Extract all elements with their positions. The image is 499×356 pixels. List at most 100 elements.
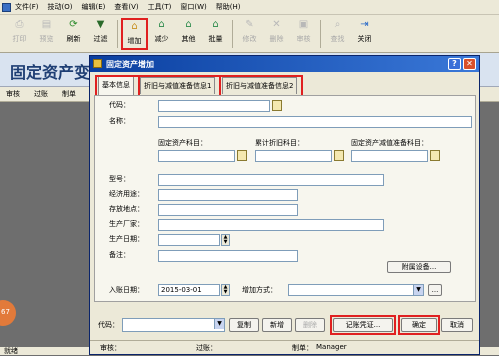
production-date-field[interactable] [158,234,220,246]
dialog-icon [93,59,102,68]
audit-button[interactable]: ▣ 审核 [290,18,317,50]
asset-account-label: 固定资产科目： [158,139,207,147]
date-spinner[interactable]: ▲ ▼ [221,284,230,296]
code-field[interactable] [158,100,270,112]
chevron-down-icon: ▼ [214,319,224,329]
basic-info-panel: 代码： 名称： 固定资产科目： 累计折旧科目： 固定资产减值准备科目： 型号： … [94,95,476,302]
menu-window[interactable]: 窗口(W) [180,2,206,12]
model-field[interactable] [158,174,384,186]
print-icon: ⎙ [15,19,24,30]
toolbar-separator [117,20,118,48]
name-label: 名称： [109,117,130,125]
dialog-status-row: 审核： 过账： 制单： Manager [90,340,479,354]
add-method-select[interactable]: ▼ [288,284,424,296]
house-minus-icon: ⌂ [158,19,165,30]
floating-badge[interactable]: 67 [0,300,16,326]
lookup-icon[interactable] [237,150,247,161]
note-label: 备注： [109,251,130,259]
chevron-down-icon: ▼ [413,285,423,295]
menu-edit[interactable]: 编辑(E) [81,2,105,12]
toolbar-separator [320,20,321,48]
name-field[interactable] [158,116,472,128]
dialog-title: 固定资产增加 [106,60,154,69]
audit-icon: ▣ [298,19,309,30]
cancel-button[interactable]: 取消 [441,318,473,332]
reduce-button[interactable]: ⌂ 减少 [148,18,175,50]
add-method-label: 增加方式： [242,286,277,294]
menu-bar: 文件(F) 技动(O) 编辑(E) 查看(V) 工具(T) 窗口(W) 帮助(H… [0,0,499,15]
date-spinner[interactable]: ▲ ▼ [221,234,230,246]
house-batch-icon: ⌂ [212,19,219,30]
page-title: 固定资产变 [10,63,91,82]
usage-field[interactable] [158,189,298,201]
dialog-titlebar: 固定资产增加 ? ✕ [90,56,479,72]
accessory-equipment-button[interactable]: 附属设备... [387,261,451,273]
house-add-icon: ⌂ [131,21,138,32]
close-icon[interactable]: ✕ [463,58,476,70]
edit-icon: ✎ [245,19,254,30]
depreciation-account-field[interactable] [255,150,332,162]
bottom-code-label: 代码： [98,321,119,329]
lookup-icon[interactable] [272,100,282,111]
add-method-browse-button[interactable]: ... [428,284,442,296]
post-status-label: 过账： [196,344,217,352]
code-label: 代码： [109,101,130,109]
house-other-icon: ⌂ [185,19,192,30]
impairment-account-field[interactable] [351,150,428,162]
filter-icon: ▼ [96,19,105,30]
audit-label: 审核 [6,90,20,98]
impairment-account-label: 固定资产减值准备科目： [351,139,428,147]
asset-account-field[interactable] [158,150,235,162]
maker-status-label: 制单： [292,344,313,352]
production-date-label: 生产日期： [109,235,144,243]
entry-date-field[interactable]: 2015-03-01 [158,284,220,296]
usage-label: 经济用途： [109,190,144,198]
modify-button[interactable]: ✎ 修改 [236,18,263,50]
highlight-box [219,75,303,97]
delete-icon: ✕ [272,19,281,30]
preview-icon: ▤ [41,19,52,30]
menu-tools[interactable]: 工具(T) [148,2,172,12]
maker-name: Manager [316,343,347,351]
note-field[interactable] [158,250,298,262]
add-button[interactable]: ⌂ 增加 [121,18,148,50]
location-field[interactable] [158,204,298,216]
maker-field[interactable] [158,219,384,231]
find-button[interactable]: ⌕ 查找 [324,18,351,50]
menu-help[interactable]: 帮助(H) [216,2,241,12]
exit-icon: ⇥ [360,19,369,30]
filter-button[interactable]: ▼ 过滤 [87,18,114,50]
maker-label: 制单 [62,90,76,98]
highlight-box [95,75,140,97]
depreciation-account-label: 累计折旧科目： [255,139,304,147]
find-icon: ⌕ [334,19,341,30]
preview-button[interactable]: ▤ 预览 [33,18,60,50]
copy-button[interactable]: 复制 [229,318,259,332]
delete-button[interactable]: ✕ 删除 [263,18,290,50]
toolbar-separator [232,20,233,48]
model-label: 型号： [109,175,130,183]
other-button[interactable]: ⌂ 其他 [175,18,202,50]
menu-view[interactable]: 查看(V) [114,2,138,12]
toolbar: ⎙ 打印 ▤ 预览 ⟳ 刷新 ▼ 过滤 ⌂ 增加 ⌂ 减少 ⌂ 其他 ⌂ 批量 ✎ 修改 ✕ 删除 … [0,15,499,53]
entry-date-label: 入账日期： [109,286,144,294]
app-icon [2,2,11,12]
new-button[interactable]: 新增 [262,318,292,332]
bottom-code-select[interactable]: ▼ [122,318,225,332]
location-label: 存放地点： [109,205,144,213]
asset-add-dialog: 固定资产增加 ? ✕ 基本信息 折旧与减值准备信息1 折旧与减值准备信息2 代码… [89,55,480,355]
maker-label: 生产厂家： [109,220,144,228]
close-button[interactable]: ⇥ 关闭 [351,18,378,50]
help-icon[interactable]: ? [448,58,461,70]
delete-button[interactable]: 删除 [295,318,325,332]
post-label: 过账 [34,90,48,98]
print-button[interactable]: ⎙ 打印 [6,18,33,50]
highlight-box [330,315,396,335]
lookup-icon[interactable] [334,150,344,161]
refresh-icon: ⟳ [69,19,78,30]
menu-action[interactable]: 技动(O) [48,2,73,12]
refresh-button[interactable]: ⟳ 刷新 [60,18,87,50]
batch-button[interactable]: ⌂ 批量 [202,18,229,50]
menu-file[interactable]: 文件(F) [15,2,39,12]
lookup-icon[interactable] [430,150,440,161]
